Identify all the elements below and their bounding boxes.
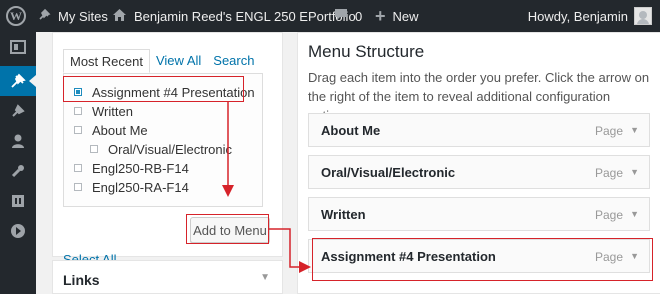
list-item[interactable]: Oral/Visual/Electronic bbox=[90, 140, 232, 158]
chevron-down-icon[interactable]: ▼ bbox=[260, 272, 270, 283]
tab-view-all[interactable]: View All bbox=[150, 49, 207, 73]
checkbox[interactable] bbox=[74, 126, 82, 134]
admin-bar: W My Sites Benjamin Reed's ENGL 250 EPor… bbox=[0, 0, 660, 32]
plus-icon: + bbox=[375, 5, 386, 26]
checkbox[interactable] bbox=[74, 183, 82, 191]
checkbox[interactable] bbox=[74, 107, 82, 115]
pages-tabs: Most Recent View All Search bbox=[63, 49, 260, 73]
menu-item[interactable]: About Me Page ▼ bbox=[308, 113, 650, 147]
howdy-label: Howdy, Benjamin bbox=[527, 8, 628, 24]
links-title: Links bbox=[63, 272, 100, 288]
menu-structure-heading: Menu Structure bbox=[308, 42, 425, 61]
highlight-box-new-menu-item bbox=[312, 238, 653, 281]
wordpress-logo-button[interactable]: W bbox=[6, 0, 26, 32]
list-item[interactable]: Written bbox=[74, 102, 133, 120]
tools-icon[interactable] bbox=[0, 156, 36, 186]
tab-search[interactable]: Search bbox=[207, 49, 260, 73]
item-label: Engl250-RA-F14 bbox=[92, 179, 189, 195]
new-label: New bbox=[392, 8, 419, 24]
highlight-box-selected-page bbox=[63, 76, 244, 102]
comments-count: 0 bbox=[355, 8, 363, 24]
menu-item[interactable]: Oral/Visual/Electronic Page ▼ bbox=[308, 155, 650, 189]
dashboard-icon[interactable] bbox=[0, 32, 36, 62]
checkbox[interactable] bbox=[74, 164, 82, 172]
users-icon[interactable] bbox=[0, 126, 36, 156]
appearance-icon[interactable] bbox=[0, 96, 36, 126]
list-item[interactable]: Engl250-RA-F14 bbox=[74, 178, 189, 196]
links-box[interactable]: Links ▼ bbox=[52, 260, 283, 294]
settings-icon[interactable] bbox=[0, 186, 36, 216]
comments-button[interactable]: 0 bbox=[334, 0, 362, 32]
user-account-menu[interactable]: Howdy, Benjamin bbox=[528, 0, 652, 32]
comment-icon bbox=[334, 8, 348, 24]
menu-item-title: About Me bbox=[321, 123, 381, 138]
menu-item-type: Page bbox=[594, 124, 623, 138]
menu-item-type: Page bbox=[594, 208, 623, 222]
menu-item-title: Oral/Visual/Electronic bbox=[321, 165, 456, 180]
home-icon bbox=[112, 8, 127, 25]
menu-item[interactable]: Written Page ▼ bbox=[308, 197, 650, 231]
my-sites-label: My Sites bbox=[58, 8, 108, 24]
list-item[interactable]: About Me bbox=[74, 121, 148, 139]
list-item[interactable]: Engl250-RB-F14 bbox=[74, 159, 189, 177]
collapse-icon[interactable] bbox=[0, 216, 36, 246]
menu-item-title: Written bbox=[321, 207, 366, 222]
item-label: About Me bbox=[92, 122, 148, 138]
new-content-menu[interactable]: + New bbox=[375, 0, 419, 32]
chevron-down-icon[interactable]: ▼ bbox=[630, 167, 639, 177]
admin-menu bbox=[0, 32, 36, 294]
my-sites-menu[interactable]: My Sites bbox=[37, 0, 108, 32]
site-name-label: Benjamin Reed's ENGL 250 EPortfolio bbox=[134, 8, 356, 24]
tab-most-recent[interactable]: Most Recent bbox=[63, 49, 150, 73]
wordpress-logo-icon: W bbox=[6, 6, 26, 26]
item-label: Written bbox=[92, 103, 133, 119]
item-label: Engl250-RB-F14 bbox=[92, 160, 189, 176]
checkbox[interactable] bbox=[90, 145, 98, 153]
site-name-menu[interactable]: Benjamin Reed's ENGL 250 EPortfolio bbox=[112, 0, 356, 32]
highlight-box-add-button bbox=[186, 214, 269, 244]
pin-icon[interactable] bbox=[0, 66, 36, 96]
avatar bbox=[634, 7, 652, 25]
chevron-down-icon[interactable]: ▼ bbox=[630, 125, 639, 135]
chevron-down-icon[interactable]: ▼ bbox=[630, 209, 639, 219]
add-menu-items-column: Most Recent View All Search Assignment #… bbox=[52, 32, 283, 294]
menu-item-type: Page bbox=[594, 166, 623, 180]
item-label: Oral/Visual/Electronic bbox=[108, 141, 233, 157]
pin-icon bbox=[37, 8, 51, 25]
